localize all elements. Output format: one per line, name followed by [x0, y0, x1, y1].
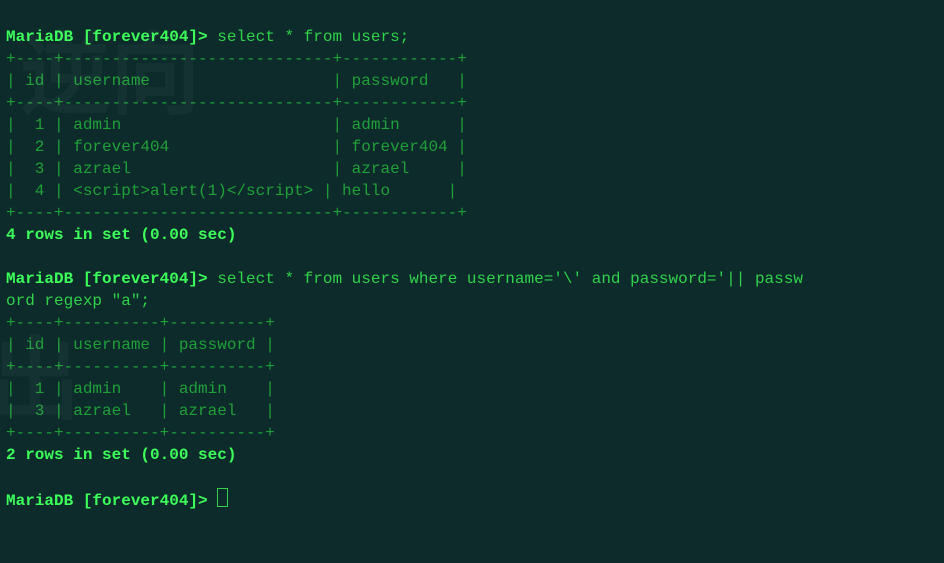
blank-line: [6, 468, 16, 486]
prompt-line: MariaDB [forever404]> select * from user…: [6, 270, 803, 288]
result-summary: 4 rows in set (0.00 sec): [6, 226, 236, 244]
table-border: +----+----------------------------+-----…: [6, 204, 467, 222]
db-prompt: MariaDB [forever404]>: [6, 492, 208, 510]
table-row: | 3 | azrael | azrael |: [6, 402, 275, 420]
table-row: | 4 | <script>alert(1)</script> | hello …: [6, 182, 457, 200]
cursor-icon: [217, 488, 228, 507]
table-row: | 3 | azrael | azrael |: [6, 160, 467, 178]
table-border: +----+----------------------------+-----…: [6, 94, 467, 112]
table-header: | id | username | password |: [6, 336, 275, 354]
table-border: +----+----------+----------+: [6, 314, 275, 332]
table-header: | id | username | password |: [6, 72, 467, 90]
prompt-line: MariaDB [forever404]> select * from user…: [6, 28, 409, 46]
sql-query: select * from users where username='\' a…: [217, 270, 803, 288]
table-row: | 1 | admin | admin |: [6, 116, 467, 134]
result-summary: 2 rows in set (0.00 sec): [6, 446, 236, 464]
table-border: +----+----------------------------+-----…: [6, 50, 467, 68]
table-border: +----+----------+----------+: [6, 424, 275, 442]
db-prompt: MariaDB [forever404]>: [6, 270, 208, 288]
terminal-output[interactable]: MariaDB [forever404]> select * from user…: [0, 0, 944, 516]
table-row: | 1 | admin | admin |: [6, 380, 275, 398]
table-row: | 2 | forever404 | forever404 |: [6, 138, 467, 156]
blank-line: [6, 248, 16, 266]
prompt-line[interactable]: MariaDB [forever404]>: [6, 492, 228, 510]
table-border: +----+----------+----------+: [6, 358, 275, 376]
sql-query-continuation: ord regexp "a";: [6, 292, 150, 310]
sql-query: select * from users;: [217, 28, 409, 46]
db-prompt: MariaDB [forever404]>: [6, 28, 208, 46]
